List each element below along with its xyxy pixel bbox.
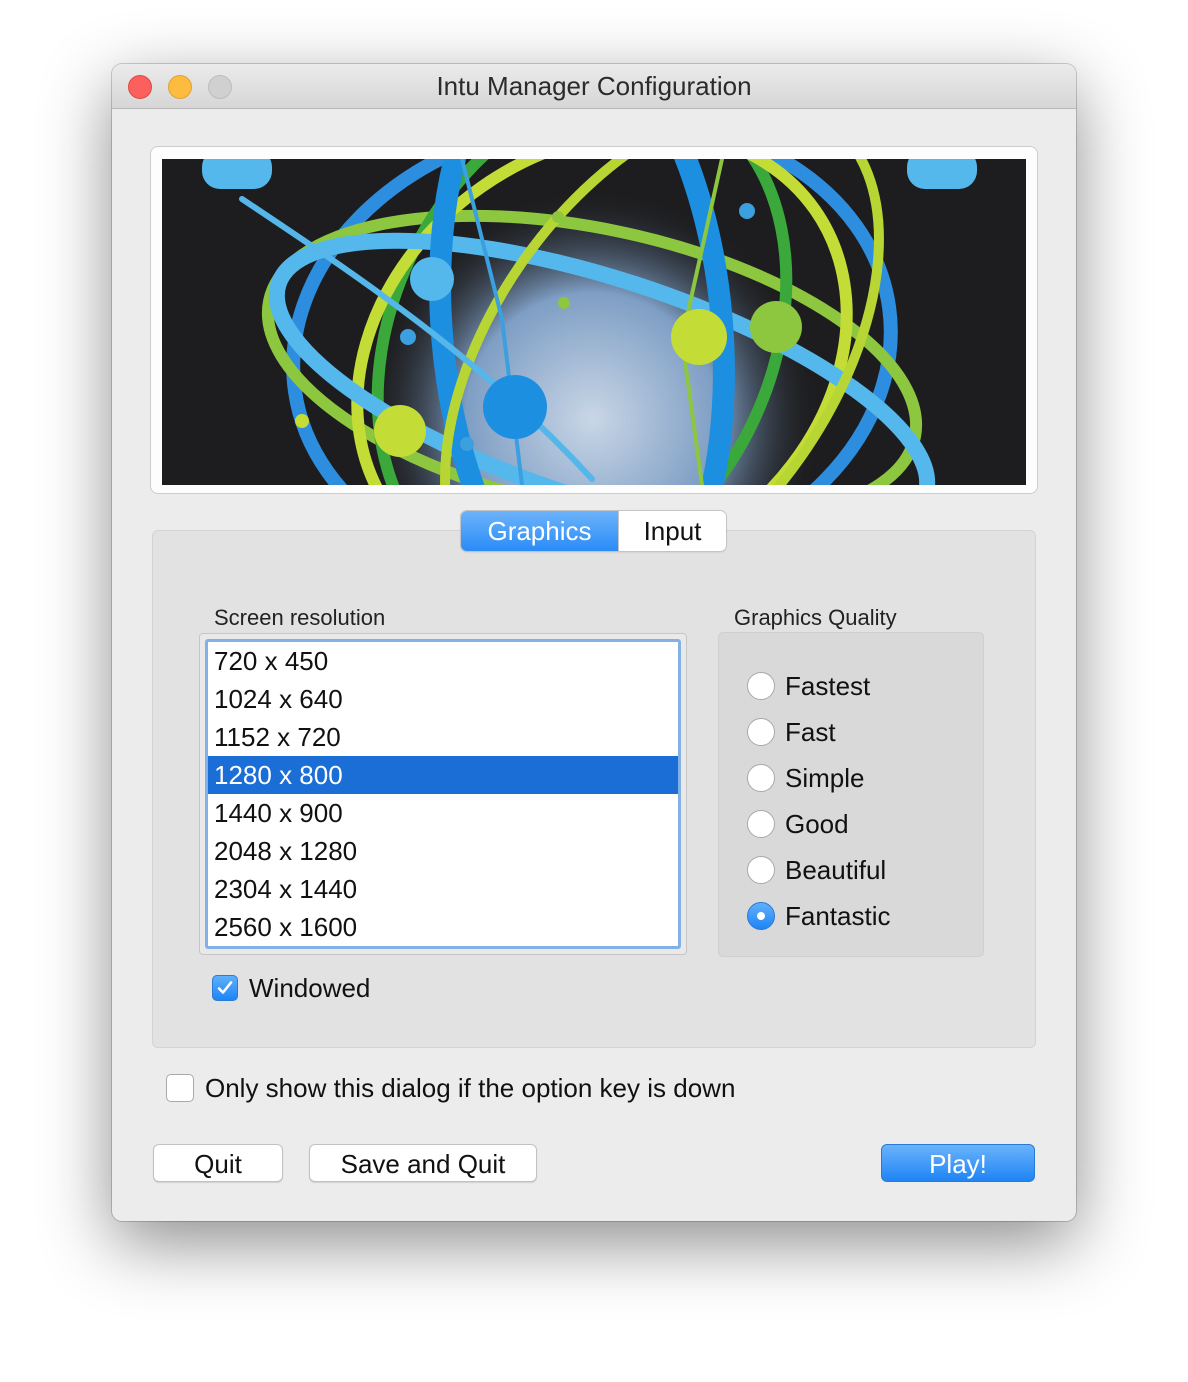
configuration-window: Intu Manager Configuration Graphics Inpu… xyxy=(112,64,1076,1221)
radio-button[interactable] xyxy=(747,672,775,700)
resolution-item[interactable]: 1024 x 640 xyxy=(208,680,678,718)
option-key-checkbox-row[interactable]: Only show this dialog if the option key … xyxy=(166,1071,735,1105)
resolution-item[interactable]: 2560 x 1600 xyxy=(208,908,678,946)
radio-button[interactable] xyxy=(747,856,775,884)
screen-resolution-label: Screen resolution xyxy=(214,605,386,630)
resolution-item[interactable]: 2304 x 1440 xyxy=(208,870,678,908)
resolution-item[interactable]: 1152 x 720 xyxy=(208,718,678,756)
graphics-quality-label: Graphics Quality xyxy=(734,605,897,630)
title-bar[interactable]: Intu Manager Configuration xyxy=(112,64,1076,109)
resolution-list-frame: 720 x 450 1024 x 640 1152 x 720 1280 x 8… xyxy=(199,633,687,955)
window-title: Intu Manager Configuration xyxy=(436,71,752,101)
quality-option-fastest[interactable]: Fastest xyxy=(747,669,870,703)
resolution-item[interactable]: 2048 x 1280 xyxy=(208,832,678,870)
radio-button[interactable] xyxy=(747,810,775,838)
save-and-quit-button[interactable]: Save and Quit xyxy=(309,1144,537,1182)
radio-button-selected[interactable] xyxy=(747,902,775,930)
banner-frame xyxy=(150,146,1038,494)
quality-option-label: Fantastic xyxy=(785,900,891,931)
radio-button[interactable] xyxy=(747,764,775,792)
play-button[interactable]: Play! xyxy=(881,1144,1035,1182)
radio-button[interactable] xyxy=(747,718,775,746)
quality-option-label: Fast xyxy=(785,716,836,747)
quality-option-label: Fastest xyxy=(785,670,871,701)
quit-button[interactable]: Quit xyxy=(153,1144,283,1182)
resolution-item[interactable]: 1440 x 900 xyxy=(208,794,678,832)
checkmark-icon xyxy=(217,981,233,994)
quality-option-beautiful[interactable]: Beautiful xyxy=(747,853,886,887)
quality-option-label: Simple xyxy=(785,762,865,793)
graphics-quality-group: Fastest Fast Simple Good Beautiful Fanta… xyxy=(718,632,984,957)
resolution-list[interactable]: 720 x 450 1024 x 640 1152 x 720 1280 x 8… xyxy=(205,639,681,949)
tab-graphics[interactable]: Graphics xyxy=(461,511,618,551)
quality-option-simple[interactable]: Simple xyxy=(747,761,864,795)
atom-sphere-logo-icon xyxy=(162,159,1026,485)
quality-option-label: Beautiful xyxy=(785,854,887,885)
quality-option-label: Good xyxy=(785,808,849,839)
quality-option-good[interactable]: Good xyxy=(747,807,849,841)
resolution-item-selected[interactable]: 1280 x 800 xyxy=(208,756,678,794)
windowed-checkbox[interactable] xyxy=(212,975,238,1001)
option-key-label: Only show this dialog if the option key … xyxy=(205,1072,736,1103)
quality-option-fast[interactable]: Fast xyxy=(747,715,836,749)
windowed-checkbox-row[interactable]: Windowed xyxy=(212,971,370,1005)
option-key-checkbox[interactable] xyxy=(166,1074,194,1102)
quality-option-fantastic[interactable]: Fantastic xyxy=(747,899,891,933)
resolution-item[interactable]: 720 x 450 xyxy=(208,642,678,680)
banner-image xyxy=(162,159,1026,485)
windowed-label: Windowed xyxy=(249,972,371,1003)
tab-input[interactable]: Input xyxy=(618,511,726,551)
tab-switcher: Graphics Input xyxy=(461,511,726,551)
